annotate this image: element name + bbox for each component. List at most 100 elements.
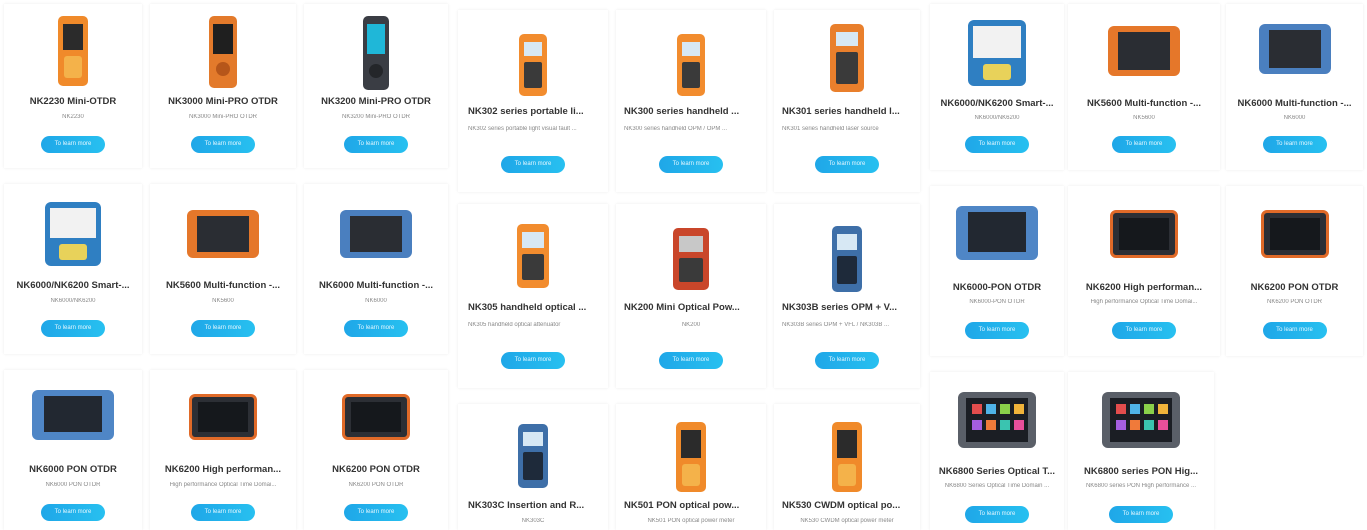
learn-more-button[interactable]: To learn more xyxy=(1109,506,1173,523)
product-card[interactable]: NK501 PON optical pow... NK501 PON optic… xyxy=(616,404,766,530)
product-card[interactable]: NK5600 Multi-function -... NK5600 To lea… xyxy=(1068,4,1220,170)
product-card[interactable]: NK6000-PON OTDR NK6000-PON OTDR To learn… xyxy=(930,186,1064,356)
product-card[interactable]: NK6200 PON OTDR NK6200 PON OTDR To learn… xyxy=(304,370,448,530)
learn-more-button[interactable]: To learn more xyxy=(501,156,565,173)
product-card[interactable]: NK303C Insertion and R... NK303C xyxy=(458,404,608,530)
product-image xyxy=(832,422,862,492)
product-card[interactable]: NK3000 Mini-PRO OTDR NK3000 Mini-PRO OTD… xyxy=(150,4,296,168)
learn-more-button[interactable]: To learn more xyxy=(1112,322,1176,339)
product-title: NK2230 Mini-OTDR xyxy=(29,96,117,107)
product-desc: NK6000 PON OTDR xyxy=(45,482,101,488)
learn-more-button[interactable]: To learn more xyxy=(659,156,723,173)
product-desc: NK301 series handheld laser source xyxy=(782,126,879,132)
product-desc: NK300 series handheld OPM / OPM ... xyxy=(624,126,728,132)
product-desc: NK302 series portable light visual fault… xyxy=(468,126,577,132)
learn-more-button[interactable]: To learn more xyxy=(815,352,879,369)
learn-more-button[interactable]: To learn more xyxy=(501,352,565,369)
product-title: NK6000 PON OTDR xyxy=(29,464,117,475)
learn-more-button[interactable]: To learn more xyxy=(965,322,1029,339)
product-card[interactable]: NK303B series OPM + V... NK303B series O… xyxy=(774,204,920,388)
learn-more-button[interactable]: To learn more xyxy=(344,320,408,337)
product-desc: NK6800 Series Optical Time Domain ... xyxy=(944,483,1050,489)
product-title: NK6800 series PON Hig... xyxy=(1083,466,1199,477)
product-card[interactable]: NK2230 Mini-OTDR NK2230 To learn more xyxy=(4,4,142,168)
product-card[interactable]: NK200 Mini Optical Pow... NK200 To learn… xyxy=(616,204,766,388)
learn-more-button[interactable]: To learn more xyxy=(41,320,105,337)
product-desc: NK6000 xyxy=(1283,115,1306,121)
product-card[interactable]: NK6000/NK6200 Smart-... NK6000/NK6200 To… xyxy=(930,4,1064,170)
product-desc: NK3000 Mini-PRO OTDR xyxy=(188,114,257,120)
product-image xyxy=(187,210,259,258)
product-image xyxy=(677,34,705,96)
learn-more-button[interactable]: To learn more xyxy=(191,504,255,521)
product-card[interactable]: NK6200 High performan... High performanc… xyxy=(150,370,296,530)
product-desc: NK305 handheld optical attenuator xyxy=(468,322,561,328)
product-title: NK6200 PON OTDR xyxy=(1250,282,1339,293)
product-card[interactable]: NK301 series handheld l... NK301 series … xyxy=(774,10,920,192)
product-card[interactable]: NK305 handheld optical ... NK305 handhel… xyxy=(458,204,608,388)
product-title: NK200 Mini Optical Pow... xyxy=(624,302,740,313)
product-title: NK530 CWDM optical po... xyxy=(782,500,901,511)
product-image xyxy=(32,390,114,440)
product-image xyxy=(968,20,1026,86)
product-card[interactable]: NK5600 Multi-function -... NK5600 To lea… xyxy=(150,184,296,354)
product-image xyxy=(832,226,862,292)
learn-more-button[interactable]: To learn more xyxy=(344,504,408,521)
product-title: NK6200 High performan... xyxy=(1085,282,1203,293)
product-image xyxy=(1260,210,1329,258)
product-title: NK6200 High performan... xyxy=(164,464,282,475)
learn-more-button[interactable]: To learn more xyxy=(1262,136,1327,153)
product-card[interactable]: NK6000 PON OTDR NK6000 PON OTDR To learn… xyxy=(4,370,142,530)
product-desc: NK303B series OPM + VFL / NK303B ... xyxy=(782,322,889,328)
learn-more-button[interactable]: To learn more xyxy=(815,156,879,173)
learn-more-button[interactable]: To learn more xyxy=(41,136,105,153)
product-image xyxy=(518,424,548,488)
product-title: NK300 series handheld ... xyxy=(624,106,740,117)
learn-more-button[interactable]: To learn more xyxy=(965,136,1029,153)
product-card[interactable]: NK6200 PON OTDR NK6200 PON OTDR To learn… xyxy=(1226,186,1363,356)
learn-more-button[interactable]: To learn more xyxy=(1262,322,1327,339)
learn-more-button[interactable]: To learn more xyxy=(191,136,255,153)
product-card[interactable]: NK302 series portable li... NK302 series… xyxy=(458,10,608,192)
product-desc: NK6000-PON OTDR xyxy=(969,299,1025,305)
product-image xyxy=(1110,210,1178,258)
product-title: NK302 series portable li... xyxy=(468,106,584,117)
product-title: NK6000/NK6200 Smart-... xyxy=(940,98,1054,109)
product-card[interactable]: NK6000 Multi-function -... NK6000 To lea… xyxy=(1226,4,1363,170)
learn-more-button[interactable]: To learn more xyxy=(659,352,723,369)
product-title: NK6200 PON OTDR xyxy=(332,464,420,475)
product-title: NK6000-PON OTDR xyxy=(952,282,1042,293)
product-desc: NK2230 xyxy=(62,114,84,120)
product-card[interactable]: NK530 CWDM optical po... NK530 CWDM opti… xyxy=(774,404,920,530)
product-image xyxy=(45,202,101,266)
product-card[interactable]: NK6000/NK6200 Smart-... NK6000/NK6200 To… xyxy=(4,184,142,354)
product-card[interactable]: NK6200 High performan... High performanc… xyxy=(1068,186,1220,356)
product-card[interactable]: NK6800 Series Optical T... NK6800 Series… xyxy=(930,372,1064,530)
product-image xyxy=(340,210,412,258)
product-title: NK303C Insertion and R... xyxy=(468,500,585,511)
product-image xyxy=(363,16,389,90)
product-image xyxy=(1258,24,1331,74)
product-card[interactable]: NK6800 series PON Hig... NK6800 series P… xyxy=(1068,372,1214,530)
product-card[interactable]: NK6000 Multi-function -... NK6000 To lea… xyxy=(304,184,448,354)
product-card[interactable]: NK300 series handheld ... NK300 series h… xyxy=(616,10,766,192)
product-title: NK5600 Multi-function -... xyxy=(1087,98,1201,109)
product-desc: NK5600 xyxy=(212,298,234,304)
product-desc: NK200 xyxy=(681,322,701,328)
product-title: NK3200 Mini-PRO OTDR xyxy=(321,96,431,107)
product-desc: NK303C xyxy=(521,518,545,524)
learn-more-button[interactable]: To learn more xyxy=(191,320,255,337)
product-image xyxy=(517,224,549,288)
product-title: NK305 handheld optical ... xyxy=(468,302,587,313)
learn-more-button[interactable]: To learn more xyxy=(965,506,1029,523)
product-title: NK501 PON optical pow... xyxy=(624,500,740,511)
product-card[interactable]: NK3200 Mini-PRO OTDR NK3200 Mini-PRO OTD… xyxy=(304,4,448,168)
product-desc: NK6000/NK6200 xyxy=(50,298,96,304)
learn-more-button[interactable]: To learn more xyxy=(344,136,408,153)
learn-more-button[interactable]: To learn more xyxy=(41,504,105,521)
learn-more-button[interactable]: To learn more xyxy=(1112,136,1176,153)
product-title: NK6800 Series Optical T... xyxy=(938,466,1056,477)
product-desc: NK501 PON optical power meter xyxy=(647,518,735,524)
product-title: NK303B series OPM + V... xyxy=(782,302,898,313)
product-desc: NK3200 Mini-PRO OTDR xyxy=(341,114,410,120)
